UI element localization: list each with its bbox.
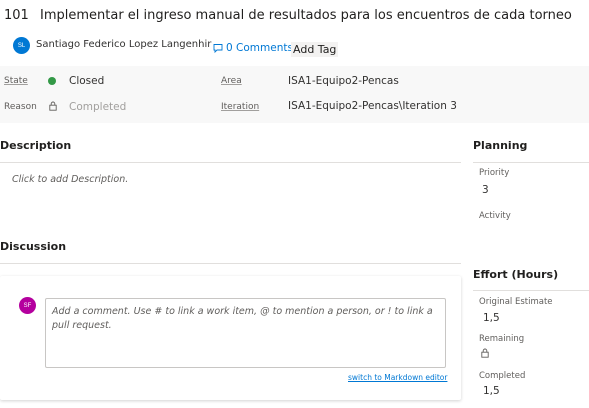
state-dropdown[interactable]: Closed [69,75,104,87]
activity-label: Activity [479,211,511,221]
add-tag-button[interactable]: Add Tag [291,42,339,57]
lock-icon [49,101,57,111]
discussion-heading: Discussion [0,240,67,253]
effort-divider [473,290,589,291]
assignee-name[interactable]: Santiago Federico Lopez Langenhir [36,39,211,50]
comments-link[interactable]: 0 Comments [213,42,293,54]
work-item-title[interactable]: Implementar el ingreso manual de resulta… [40,8,572,23]
description-editor[interactable]: Click to add Description. [12,174,128,185]
priority-label: Priority [479,168,510,178]
comments-count-label: 0 Comments [226,42,293,54]
comment-icon [213,44,223,53]
commenter-avatar: SF [19,297,36,314]
effort-heading: Effort (Hours) [473,268,559,281]
priority-field[interactable]: 3 [482,184,489,196]
reason-label: Reason [4,102,37,112]
assignee-avatar[interactable]: SL [13,37,30,54]
state-label: State [4,76,28,86]
area-label: Area [221,76,242,86]
work-item-id: 101 [4,8,29,23]
remaining-label: Remaining [479,334,525,344]
description-divider [0,162,461,163]
comment-input[interactable]: Add a comment. Use # to link a work item… [45,298,446,368]
reason-value: Completed [69,101,127,113]
lock-icon [481,348,489,358]
completed-field[interactable]: 1,5 [483,385,500,397]
discussion-divider [0,263,461,264]
original-estimate-label: Original Estimate [479,297,553,307]
iteration-label: Iteration [221,102,260,112]
markdown-editor-link[interactable]: switch to Markdown editor [348,373,447,382]
planning-heading: Planning [473,139,528,152]
area-dropdown[interactable]: ISA1-Equipo2-Pencas [288,75,399,87]
description-heading: Description [0,139,72,152]
iteration-dropdown[interactable]: ISA1-Equipo2-Pencas\Iteration 3 [288,100,457,112]
state-status-dot [48,77,56,85]
original-estimate-field[interactable]: 1,5 [483,312,500,324]
planning-divider [473,162,589,163]
completed-label: Completed [479,371,526,381]
